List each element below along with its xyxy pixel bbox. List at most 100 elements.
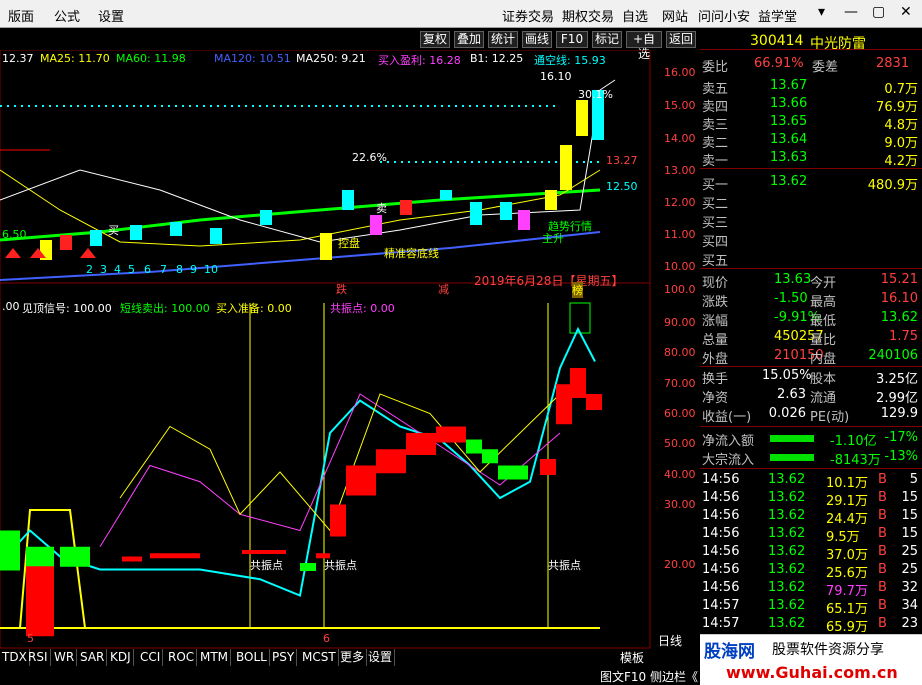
tick-row[interactable]: 14:56 13.62 24.4万 B 15	[700, 508, 922, 527]
tick-row[interactable]: 14:56 13.62 25.6万 B 25	[700, 562, 922, 581]
tick-row[interactable]: 14:57 13.62 65.9万 B 23	[700, 616, 922, 635]
stat-label: 换手	[702, 372, 729, 387]
signal-block	[376, 449, 406, 474]
period-label[interactable]: 日线	[658, 632, 682, 649]
ask-row[interactable]: 卖一 13.63 4.2万	[700, 150, 922, 169]
menu-securities-trade[interactable]: 证券交易	[502, 6, 554, 25]
ask-label: 卖二	[702, 136, 729, 151]
tick-row[interactable]: 14:57 13.62 65.1万 B 34	[700, 598, 922, 617]
minimize-icon[interactable]: —	[844, 4, 858, 20]
indicator-tab-5[interactable]: CCI	[138, 649, 164, 666]
tick-row[interactable]: 14:56 13.62 9.5万 B 15	[700, 526, 922, 545]
tick-row[interactable]: 14:56 13.62 37.0万 B 25	[700, 544, 922, 563]
candle	[545, 190, 557, 210]
signal-block	[498, 465, 528, 480]
stat-label: 最高	[810, 295, 837, 310]
draw-line-button[interactable]: 画线	[522, 31, 552, 48]
tick-price: 13.62	[768, 562, 806, 577]
close-icon[interactable]: ✕	[900, 4, 912, 20]
resonance-label-3: 共振点	[548, 559, 581, 572]
ask-price: 13.66	[770, 96, 808, 111]
price-tick: 10.00	[664, 260, 696, 273]
ask-row[interactable]: 卖三 13.65 4.8万	[700, 114, 922, 133]
menu-settings[interactable]: 设置	[98, 6, 124, 25]
tick-price: 13.62	[768, 580, 806, 595]
signal-block	[556, 384, 572, 425]
bid-row[interactable]: 买四	[700, 231, 922, 250]
indicator-tab-11[interactable]: 更多	[338, 649, 368, 666]
fall-label: 跌	[336, 283, 347, 296]
ind-tick: 90.00	[664, 316, 696, 329]
mark-button[interactable]: 标记	[592, 31, 622, 48]
indicator-tab-6[interactable]: ROC	[166, 649, 198, 666]
f10-text-button[interactable]: 图文F10	[600, 668, 646, 685]
tick-row[interactable]: 14:56 13.62 79.7万 B 32	[700, 580, 922, 599]
stat-label: 内盘	[810, 352, 837, 367]
stat-value: 2.63	[777, 387, 806, 402]
ask-row[interactable]: 卖四 13.66 76.9万	[700, 96, 922, 115]
candle	[260, 210, 272, 225]
tick-row[interactable]: 14:56 13.62 10.1万 B 5	[700, 472, 922, 491]
ask-row[interactable]: 卖二 13.64 9.0万	[700, 132, 922, 151]
indicator-tab-2[interactable]: WR	[52, 649, 78, 666]
indicator-tab-10[interactable]: MCST	[300, 649, 339, 666]
ask-row[interactable]: 卖五 13.67 0.7万	[700, 78, 922, 97]
bid-row[interactable]: 买三	[700, 212, 922, 231]
sidebar-toggle[interactable]: 侧边栏《	[650, 668, 698, 685]
stat-value: 16.10	[880, 291, 918, 306]
candle	[60, 235, 72, 250]
high-label: 16.10	[540, 70, 572, 83]
statistics-button[interactable]: 统计	[488, 31, 518, 48]
logo-slogan: 股票软件资源分享	[772, 642, 884, 658]
indicator-tab-3[interactable]: SAR	[78, 649, 108, 666]
add-watchlist-button[interactable]: +自选	[626, 31, 662, 61]
menu-website[interactable]: 网站	[662, 6, 688, 25]
indicator-tab-7[interactable]: MTM	[198, 649, 232, 666]
tick-volume: 65.9万	[826, 620, 868, 635]
bid-row[interactable]: 买一 13.62 480.9万	[700, 174, 922, 193]
overlay-button[interactable]: 叠加	[454, 31, 484, 48]
back-button[interactable]: 返回	[666, 31, 696, 48]
maximize-icon[interactable]: ▢	[872, 4, 885, 20]
candle	[500, 202, 512, 220]
menu-layout[interactable]: 版面	[8, 6, 34, 25]
indicator-tab-12[interactable]: 设置	[366, 649, 396, 666]
tick-count: 32	[901, 580, 918, 595]
template-button[interactable]: 模板	[620, 649, 644, 666]
signal-block	[466, 439, 482, 454]
bottom-line-label: 精准容底线	[384, 247, 439, 260]
ask-price: 13.64	[770, 132, 808, 147]
candle	[210, 228, 222, 244]
tick-row[interactable]: 14:56 13.62 29.1万 B 15	[700, 490, 922, 509]
candle	[90, 230, 102, 246]
stat-label: 收益(一)	[702, 410, 752, 425]
candle	[170, 222, 182, 236]
menu-yixuetang[interactable]: 益学堂	[758, 6, 797, 25]
buy-triangle	[5, 248, 21, 258]
tick-volume: 79.7万	[826, 584, 868, 599]
indicator-tab-9[interactable]: PSY	[270, 649, 298, 666]
bid-row[interactable]: 买二	[700, 193, 922, 212]
menu-options-trade[interactable]: 期权交易	[562, 6, 614, 25]
indicator-tab-8[interactable]: BOLL	[234, 649, 270, 666]
f10-button[interactable]: F10	[556, 31, 588, 48]
index-label: 4	[114, 263, 121, 276]
sell-signal-label: 卖	[376, 202, 387, 215]
signal-block	[570, 368, 586, 398]
dropdown-icon[interactable]: ▾	[818, 4, 825, 20]
tick-price: 13.62	[768, 598, 806, 613]
indicator-tab-4[interactable]: KDJ	[108, 649, 134, 666]
ask-volume: 4.8万	[884, 118, 918, 133]
logo-brand: 股海网	[704, 642, 755, 662]
index-label: 6	[144, 263, 151, 276]
candle	[400, 200, 412, 215]
stat-label: 外盘	[702, 352, 729, 367]
menu-formula[interactable]: 公式	[54, 6, 80, 25]
bid-row[interactable]: 买五	[700, 250, 922, 269]
restore-rights-button[interactable]: 复权	[420, 31, 450, 48]
menu-ask-xiaoan[interactable]: 问问小安	[698, 6, 750, 25]
menu-watchlist[interactable]: 自选	[622, 6, 648, 25]
tick-volume: 25.6万	[826, 566, 868, 581]
indicator-tab-1[interactable]: RSI	[26, 649, 51, 666]
candle	[518, 210, 530, 230]
